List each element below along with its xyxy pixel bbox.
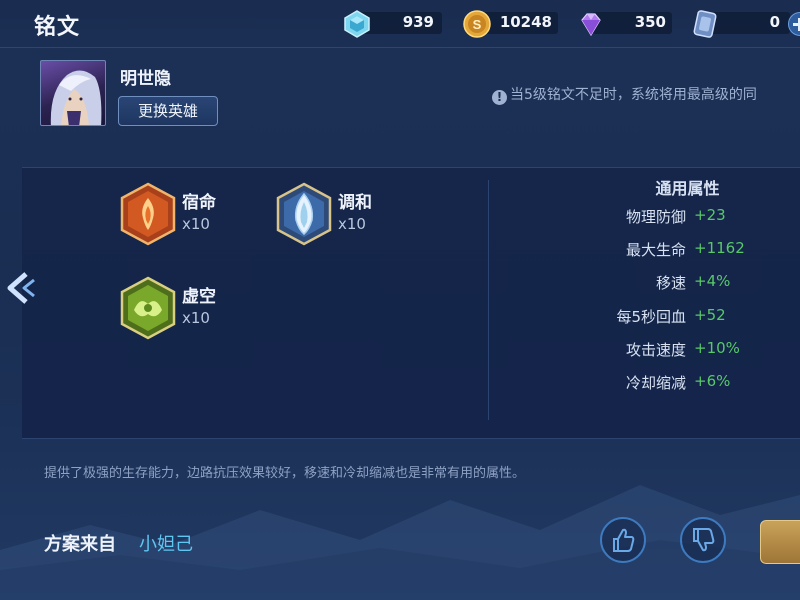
source-label: 方案来自 <box>44 534 116 555</box>
dislike-button[interactable] <box>680 517 726 563</box>
red-rune-icon <box>120 182 176 246</box>
thumbs-down-icon <box>693 528 715 552</box>
rune-name: 调和 <box>338 193 372 213</box>
notice-text: 当5级铭文不足时，系统将用最高级的同 <box>510 87 757 103</box>
attribute-name: 冷却缩减 <box>625 374 686 392</box>
gold-count: 10248 <box>499 13 552 31</box>
currency-purple-gem: 350 <box>576 9 672 37</box>
like-button[interactable] <box>600 517 646 563</box>
attribute-value: +23 <box>694 206 726 224</box>
page-title: 铭文 <box>34 15 81 40</box>
attribute-name: 物理防御 <box>625 208 686 226</box>
mountain-decoration <box>0 485 800 600</box>
rune-item-green[interactable]: 虚空 x10 <box>120 276 250 342</box>
attribute-value: +6% <box>694 372 731 390</box>
gem-count: 350 <box>634 13 666 31</box>
currency-coupon: 0 <box>690 9 790 38</box>
diamond-count: 939 <box>402 13 434 31</box>
green-rune-icon <box>120 276 176 340</box>
attribute-name: 攻击速度 <box>625 341 686 359</box>
change-hero-button[interactable]: 更换英雄 <box>118 96 218 126</box>
rune-count: x10 <box>338 215 366 233</box>
hero-portrait-image <box>50 70 102 125</box>
rune-count: x10 <box>182 309 210 327</box>
hero-avatar[interactable] <box>40 60 106 126</box>
attribute-value: +4% <box>694 272 731 290</box>
attribute-name: 每5秒回血 <box>616 308 686 326</box>
diamond-crystal-icon <box>344 10 370 38</box>
back-arrow-icon[interactable] <box>0 262 38 314</box>
attributes-title: 通用属性 <box>655 179 720 198</box>
top-bar: 铭文 939 S 10248 350 0 <box>0 0 800 48</box>
rune-item-blue[interactable]: 调和 x10 <box>276 182 406 248</box>
attribute-row: 冷却缩减 +6% <box>560 372 800 394</box>
apply-button[interactable] <box>760 520 800 564</box>
info-icon: ! <box>492 90 507 105</box>
attribute-value: +1162 <box>694 239 745 257</box>
rune-description: 提供了极强的生存能力，边路抗压效果较好，移速和冷却缩减也是非常有用的属性。 <box>44 466 526 481</box>
hero-name: 明世隐 <box>120 69 171 89</box>
thumbs-up-icon <box>613 528 635 552</box>
purple-gem-icon <box>581 13 601 37</box>
source-author-link[interactable]: 小妲己 <box>139 530 193 556</box>
notice-text-container: ! 当5级铭文不足时，系统将用最高级的同 <box>492 84 800 108</box>
rune-name: 宿命 <box>182 193 216 213</box>
rune-name: 虚空 <box>182 287 216 307</box>
blue-rune-icon <box>276 182 332 246</box>
attribute-value: +10% <box>694 339 740 357</box>
attribute-row: 最大生命 +1162 <box>560 239 800 261</box>
panel-divider <box>488 180 489 420</box>
attribute-row: 每5秒回血 +52 <box>560 306 800 328</box>
attribute-name: 移速 <box>655 274 686 292</box>
rune-item-red[interactable]: 宿命 x10 <box>120 182 250 248</box>
currency-diamond: 939 <box>342 9 442 38</box>
currency-gold: S 10248 <box>462 9 558 38</box>
svg-text:S: S <box>473 17 482 32</box>
attribute-row: 物理防御 +23 <box>560 206 800 228</box>
attribute-name: 最大生命 <box>625 241 686 259</box>
attribute-row: 攻击速度 +10% <box>560 339 800 361</box>
attribute-row: 移速 +4% <box>560 272 800 294</box>
card-coupon-icon <box>693 10 717 38</box>
rune-count: x10 <box>182 215 210 233</box>
attribute-value: +52 <box>694 306 726 324</box>
gold-coin-icon: S <box>463 10 491 38</box>
coupon-count: 0 <box>769 13 780 31</box>
